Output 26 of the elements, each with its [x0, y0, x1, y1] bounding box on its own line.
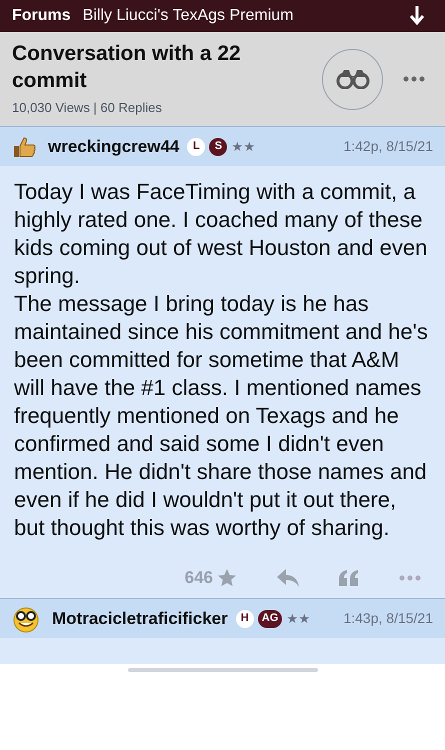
post-time: 1:43p, 8/15/21 [343, 609, 433, 628]
more-button[interactable] [403, 76, 425, 82]
reply-icon[interactable] [277, 569, 299, 587]
user-badge: L [187, 138, 206, 156]
binoculars-icon [336, 69, 370, 89]
forum-name[interactable]: Billy Liucci's TexAgs Premium [82, 4, 294, 28]
rating-stars: ★★ [286, 610, 310, 628]
smiley-glasses-icon [12, 604, 40, 632]
quote-icon[interactable] [339, 570, 359, 586]
user-badge: S [209, 138, 228, 156]
post-time: 1:42p, 8/15/21 [343, 137, 433, 156]
thumbs-up-icon [12, 136, 36, 158]
author-name[interactable]: Motracicletraficificker [52, 606, 228, 632]
user-badge: H [236, 610, 254, 628]
more-icon [403, 76, 425, 82]
author-name[interactable]: wreckingcrew44 [48, 134, 180, 160]
thread-stats: 10,030 Views | 60 Replies [12, 99, 163, 118]
forums-link[interactable]: Forums [12, 4, 71, 28]
post-paragraph: The message I bring today is he has maintained since his commitment and he's been committed for sometime that A&M will have the #1 class. I mentioned names frequently mentioned on Texags and he confirmed and said some I didn't even mention. He didn't share those names and even if he did I wouldn't put it out there, but thought this was worthy of sharing. [14, 290, 429, 542]
rating-stars: ★★ [231, 138, 256, 156]
user-badge: AG [258, 610, 282, 628]
down-arrow-icon[interactable] [409, 6, 425, 26]
watch-button[interactable] [322, 48, 383, 110]
star-icon [217, 568, 237, 588]
thread-title: Conversation with a 22 commit [12, 41, 242, 94]
post-paragraph: Today I was FaceTiming with a commit, a highly rated one. I coached many of these kids coming out of west Houston and even spring. [14, 178, 428, 290]
